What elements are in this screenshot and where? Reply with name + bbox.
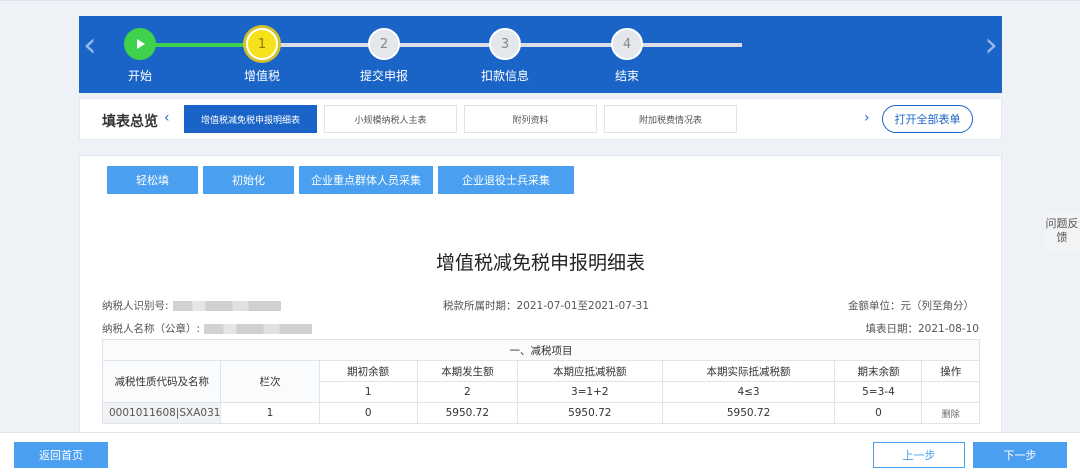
taxpayer-id: 纳税人识别号: bbox=[102, 298, 281, 313]
step-deduction[interactable]: 3 扣款信息 bbox=[455, 28, 555, 84]
step-end[interactable]: 4 结束 bbox=[577, 28, 677, 84]
actual-deduction-cell[interactable]: 5950.72 bbox=[661, 402, 836, 424]
taxpayer-name: 纳税人名称（公章）: bbox=[102, 321, 313, 336]
col-header: 期初余额 bbox=[318, 360, 418, 382]
overview-title: 填表总览 bbox=[102, 114, 158, 130]
previous-step-button[interactable]: 上一步 bbox=[873, 442, 965, 468]
step-label: 结束 bbox=[614, 69, 639, 83]
amount-unit: 金额单位：元（列至角分） bbox=[848, 300, 974, 312]
step-progress-bar: ‹ 开始 1 增值税 2 提交申报 3 扣款信息 4 结束 › bbox=[79, 16, 1002, 93]
section-header: 一、减税项目 bbox=[102, 339, 980, 361]
col-header: 本期应抵减税额 bbox=[516, 360, 663, 382]
top-divider bbox=[0, 0, 1080, 1]
line-cell: 1 bbox=[220, 402, 320, 424]
code-cell[interactable]: 0001011608|SXA031 bbox=[101, 402, 222, 424]
tab-attached-data[interactable]: 附列资料 bbox=[464, 105, 597, 133]
redacted-value bbox=[172, 301, 281, 311]
step-start[interactable]: 开始 bbox=[90, 28, 190, 84]
col-formula: 1 bbox=[318, 381, 418, 403]
step-number: 3 bbox=[489, 28, 521, 60]
step-label: 提交申报 bbox=[359, 69, 408, 83]
reduction-table: 一、减税项目 减税性质代码及名称 栏次 期初余额 本期发生额 本期应抵减税额 本… bbox=[101, 339, 980, 424]
col-formula: 5=3-4 bbox=[834, 381, 923, 403]
delete-button[interactable]: 删除 bbox=[921, 402, 980, 424]
col-header: 期末余额 bbox=[834, 360, 923, 382]
form-panel: 轻松填 初始化 企业重点群体人员采集 企业退役士兵采集 增值税减免税申报明细表 … bbox=[79, 155, 1002, 440]
col-formula: 4≤3 bbox=[661, 381, 836, 403]
easy-fill-button[interactable]: 轻松填 bbox=[107, 166, 198, 194]
play-icon bbox=[124, 28, 156, 60]
col-header: 本期实际抵减税额 bbox=[661, 360, 836, 382]
tab-vat-reduction-detail[interactable]: 增值税减免税申报明细表 bbox=[184, 105, 317, 133]
step-vat[interactable]: 1 增值税 bbox=[212, 28, 312, 84]
col-formula bbox=[921, 381, 980, 403]
veteran-collection-button[interactable]: 企业退役士兵采集 bbox=[438, 166, 574, 194]
step-label: 扣款信息 bbox=[480, 69, 529, 83]
redacted-value bbox=[204, 324, 313, 334]
taxpayer-name-label: 纳税人名称（公章）: bbox=[102, 323, 201, 335]
col-code-header: 减税性质代码及名称 bbox=[101, 360, 222, 403]
col-formula: 3=1+2 bbox=[516, 381, 663, 403]
back-home-button[interactable]: 返回首页 bbox=[14, 442, 108, 468]
tab-surcharge[interactable]: 附加税费情况表 bbox=[604, 105, 737, 133]
closing-balance-cell: 0 bbox=[834, 402, 923, 424]
key-group-collection-button[interactable]: 企业重点群体人员采集 bbox=[299, 166, 433, 194]
feedback-tab[interactable]: 问题反馈 bbox=[1044, 212, 1080, 252]
initialize-button[interactable]: 初始化 bbox=[203, 166, 294, 194]
tab-small-scale-main[interactable]: 小规模纳税人主表 bbox=[324, 105, 457, 133]
step-submit[interactable]: 2 提交申报 bbox=[334, 28, 434, 84]
step-label: 开始 bbox=[127, 69, 152, 83]
step-number: 2 bbox=[368, 28, 400, 60]
col-header: 操作 bbox=[921, 360, 980, 382]
col-header: 本期发生额 bbox=[416, 360, 518, 382]
bottom-bar: 返回首页 上一步 下一步 bbox=[0, 432, 1080, 472]
open-all-forms-button[interactable]: 打开全部表单 bbox=[882, 105, 973, 133]
deductible-cell: 5950.72 bbox=[516, 402, 663, 424]
tabs-scroll-left-icon[interactable]: ‹ bbox=[164, 110, 170, 126]
form-title: 增值税减免税申报明细表 bbox=[435, 252, 645, 274]
step-label: 增值税 bbox=[243, 69, 280, 83]
table-row: 0001011608|SXA031 1 0 5950.72 5950.72 59… bbox=[101, 402, 980, 424]
fill-date: 填表日期：2021-08-10 bbox=[865, 323, 979, 335]
form-tab-strip: 填表总览 ‹ 增值税减免税申报明细表 小规模纳税人主表 附列资料 附加税费情况表… bbox=[79, 98, 1002, 140]
opening-balance-cell[interactable]: 0 bbox=[318, 402, 418, 424]
next-step-button[interactable]: 下一步 bbox=[973, 442, 1067, 468]
current-amount-cell[interactable]: 5950.72 bbox=[416, 402, 518, 424]
col-formula: 2 bbox=[416, 381, 518, 403]
step-number: 4 bbox=[611, 28, 643, 60]
col-line-header: 栏次 bbox=[220, 360, 320, 403]
taxpayer-id-label: 纳税人识别号: bbox=[102, 300, 169, 312]
chevron-right-icon[interactable]: › bbox=[984, 28, 998, 62]
tabs-scroll-right-icon[interactable]: › bbox=[864, 110, 870, 126]
step-number: 1 bbox=[246, 28, 278, 60]
tax-period: 税款所属时期：2021-07-01至2021-07-31 bbox=[443, 300, 650, 312]
